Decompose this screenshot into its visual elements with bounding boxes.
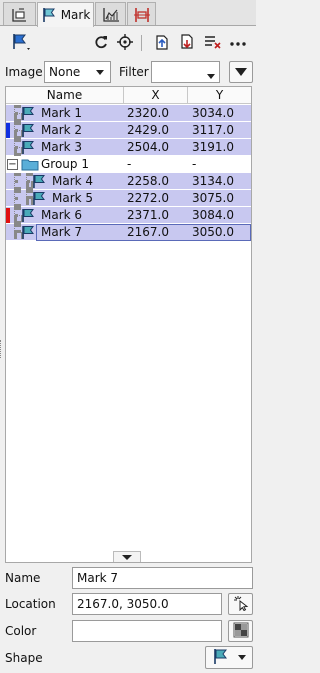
row-y: 3075.0 [192, 191, 234, 205]
marks-table[interactable]: Name X Y Mark 1 2320.0 3034.0 Mark 2 242… [5, 86, 252, 563]
row-y: 3191.0 [192, 140, 234, 154]
row-x: 2504.0 [127, 140, 169, 154]
chevron-down-icon [207, 74, 215, 79]
row-name: Mark 2 [41, 123, 83, 137]
more-options-button[interactable] [228, 33, 248, 53]
image-select-value: None [49, 65, 81, 79]
export-icon [179, 33, 195, 54]
toolbar-separator [141, 35, 142, 51]
splitter-handle[interactable] [0, 340, 3, 358]
pick-cursor-icon [233, 595, 249, 614]
collapse-properties-handle[interactable] [113, 551, 141, 562]
shape-label: Shape [5, 651, 43, 665]
flag-icon [20, 225, 36, 243]
table-header: Name X Y [6, 87, 251, 104]
pick-location-button[interactable] [228, 593, 253, 615]
chevron-down-icon [96, 70, 104, 75]
tab-measure[interactable] [127, 2, 156, 26]
export-button[interactable] [177, 33, 197, 53]
filter-label: Filter [119, 65, 149, 79]
ruler-icon [133, 7, 151, 23]
tab-chart[interactable] [95, 2, 126, 26]
location-field[interactable]: 2167.0, 3050.0 [72, 593, 222, 615]
name-field[interactable]: Mark 7 [72, 567, 253, 589]
tab-bar: Mark [0, 0, 256, 27]
row-y: - [192, 157, 197, 171]
table-row[interactable]: Mark 4 2258.0 3134.0 [6, 173, 251, 190]
location-label: Location [5, 597, 56, 611]
color-indicator [6, 123, 10, 138]
table-row[interactable]: Mark 3 2504.0 3191.0 [6, 139, 251, 156]
chevron-down-icon [122, 554, 132, 560]
tab-mark-label: Mark [60, 8, 91, 22]
clear-marks-button[interactable] [203, 33, 223, 53]
table-row[interactable]: Mark 1 2320.0 3034.0 [6, 105, 251, 122]
row-x: 2167.0 [127, 225, 169, 239]
row-y: 3050.0 [192, 225, 234, 239]
column-header-x[interactable]: X [124, 87, 188, 104]
color-indicator [6, 208, 10, 223]
flag-dropdown-icon [10, 32, 34, 55]
name-label: Name [5, 571, 41, 585]
row-name: Mark 5 [52, 191, 94, 205]
color-swatch-icon [233, 622, 249, 641]
import-icon [154, 33, 170, 54]
table-row-group[interactable]: − Group 1 - - [6, 156, 251, 173]
tree-line [14, 190, 18, 207]
image-select[interactable]: None [44, 61, 111, 83]
clear-list-icon [204, 34, 222, 53]
folder-icon [21, 158, 39, 174]
filter-combo[interactable] [151, 61, 220, 83]
locate-button[interactable] [115, 33, 135, 53]
tab-mark[interactable]: Mark [37, 2, 94, 27]
chart-icon [102, 7, 120, 23]
row-y: 3034.0 [192, 106, 234, 120]
image-label: Image [5, 65, 43, 79]
row-y: 3134.0 [192, 174, 234, 188]
color-picker-button[interactable] [228, 620, 253, 642]
flag-icon [212, 648, 230, 668]
column-header-name[interactable]: Name [6, 87, 124, 104]
toolbar [0, 29, 256, 57]
color-label: Color [5, 624, 37, 638]
import-button[interactable] [152, 33, 172, 53]
row-name: Mark 3 [41, 140, 83, 154]
table-row-selected[interactable]: Mark 7 2167.0 3050.0 [6, 224, 251, 241]
row-x: 2320.0 [127, 106, 169, 120]
shape-select[interactable] [205, 646, 253, 669]
table-row[interactable]: Mark 2 2429.0 3117.0 [6, 122, 251, 139]
triangle-down-icon [235, 65, 247, 79]
more-icon [229, 36, 247, 50]
refresh-icon [93, 34, 109, 53]
collapse-toggle[interactable]: − [7, 159, 18, 170]
table-row[interactable]: Mark 5 2272.0 3075.0 [6, 190, 251, 207]
row-x: 2258.0 [127, 174, 169, 188]
row-name: Mark 4 [52, 174, 94, 188]
layers-icon [11, 7, 29, 23]
add-mark-dropdown-button[interactable] [10, 33, 34, 53]
tree-line [14, 173, 18, 190]
table-row[interactable]: Mark 6 2371.0 3084.0 [6, 207, 251, 224]
row-name: Group 1 [41, 157, 89, 171]
row-x: 2371.0 [127, 208, 169, 222]
row-x: 2272.0 [127, 191, 169, 205]
row-x: - [127, 157, 132, 171]
flag-icon [41, 7, 57, 23]
row-y: 3084.0 [192, 208, 234, 222]
color-field[interactable] [72, 620, 222, 642]
chevron-down-icon [238, 655, 246, 660]
column-header-y[interactable]: Y [188, 87, 251, 104]
row-x: 2429.0 [127, 123, 169, 137]
tab-layers[interactable] [3, 2, 36, 26]
filter-options-button[interactable] [229, 61, 253, 83]
crosshair-icon [117, 33, 133, 53]
row-name: Mark 1 [41, 106, 83, 120]
refresh-button[interactable] [91, 33, 111, 53]
row-y: 3117.0 [192, 123, 234, 137]
row-name: Mark 6 [41, 208, 83, 222]
row-name: Mark 7 [41, 225, 83, 239]
